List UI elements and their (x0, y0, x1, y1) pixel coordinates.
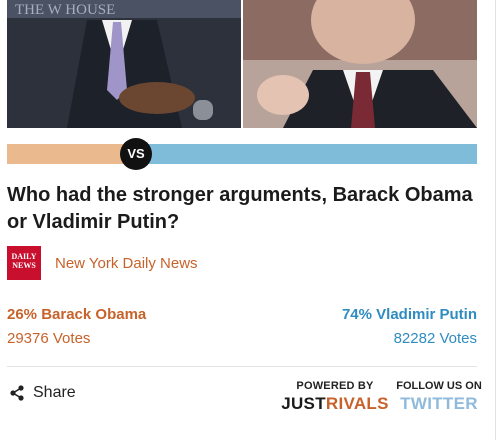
putin-vote-count: 82282 Votes (393, 330, 477, 347)
brand-part-rivals: RIVALS (325, 394, 389, 413)
obama-result-label[interactable]: 26% Barack Obama (7, 306, 146, 323)
poll-card: THE W HOUSE VS Who had the stronger argu… (0, 0, 495, 440)
share-button[interactable]: Share (9, 384, 76, 402)
putin-result-label[interactable]: 74% Vladimir Putin (342, 306, 477, 323)
footer-divider (7, 366, 477, 367)
daily-news-logo: DAILY NEWS (7, 246, 41, 280)
obama-vote-count: 29376 Votes (7, 330, 91, 347)
obama-silhouette: THE W HOUSE (7, 0, 243, 128)
putin-share-fill (129, 144, 477, 164)
source: DAILY NEWS New York Daily News (7, 246, 198, 280)
brand-part-just: JUST (281, 394, 326, 413)
follow-us-label: FOLLOW US ON (396, 380, 482, 392)
vladimir-putin-photo[interactable] (243, 0, 477, 128)
barack-obama-photo[interactable]: THE W HOUSE (7, 0, 243, 128)
contestant-photos: THE W HOUSE (7, 0, 477, 128)
justrivals-logo: JUSTRIVALS (280, 394, 390, 414)
page-edge-rule (495, 0, 496, 440)
twitter-link[interactable]: TWITTER (394, 394, 484, 414)
putin-silhouette (243, 0, 477, 128)
powered-by[interactable]: POWERED BY JUSTRIVALS (280, 380, 390, 414)
powered-by-label: POWERED BY (296, 380, 374, 392)
source-link[interactable]: New York Daily News (55, 255, 198, 272)
vote-share-bar: VS (7, 138, 477, 170)
follow-us[interactable]: FOLLOW US ON TWITTER (394, 380, 484, 414)
share-label: Share (33, 384, 76, 401)
vs-badge: VS (120, 138, 152, 170)
obama-share-fill (7, 144, 129, 164)
share-icon (10, 385, 24, 401)
svg-text:THE W HOUSE: THE W HOUSE (15, 2, 115, 18)
poll-question: Who had the stronger arguments, Barack O… (7, 184, 473, 233)
